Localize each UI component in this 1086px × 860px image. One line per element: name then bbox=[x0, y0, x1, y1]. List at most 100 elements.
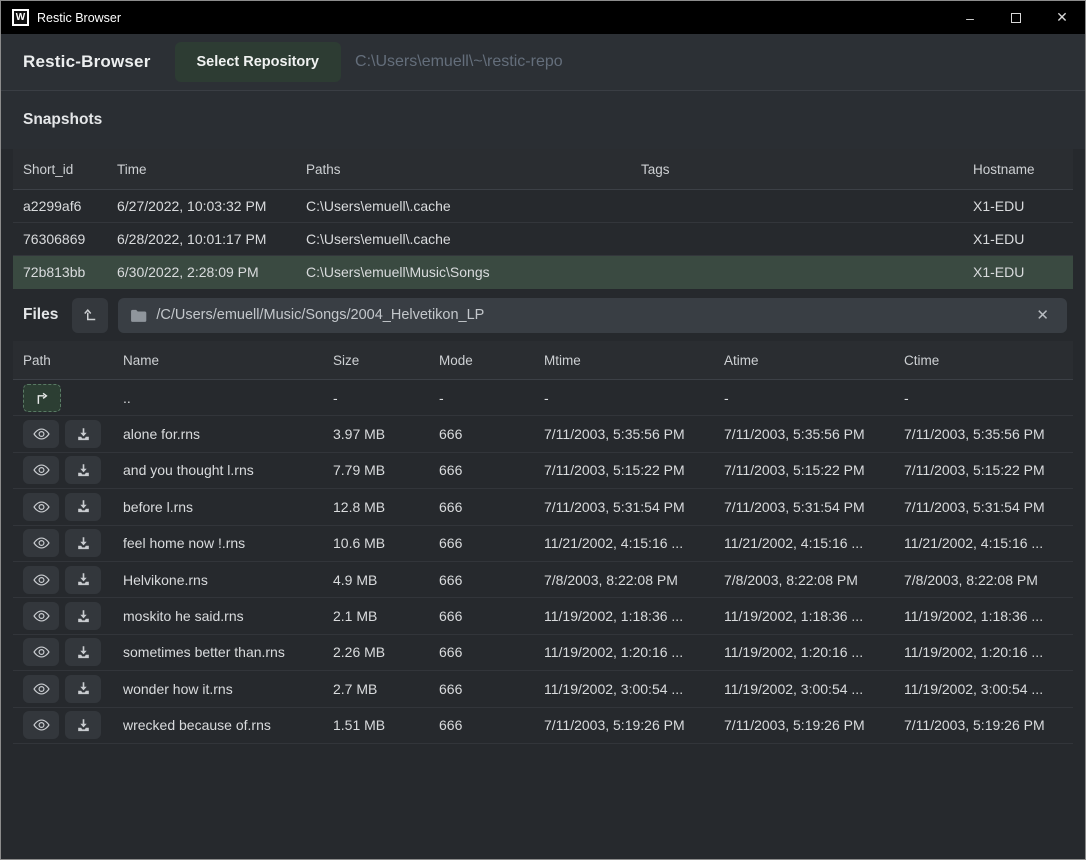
snapshots-table-body: a2299af66/27/2022, 10:03:32 PMC:\Users\e… bbox=[13, 190, 1073, 289]
download-icon bbox=[76, 572, 91, 587]
file-cell-name: before l.rns bbox=[113, 499, 323, 515]
snapshots-table: Short_id Time Paths Tags Hostname a2299a… bbox=[1, 149, 1085, 289]
close-path-button[interactable]: ✕ bbox=[1030, 304, 1055, 326]
file-row-actions bbox=[13, 675, 113, 703]
preview-file-button[interactable] bbox=[23, 602, 59, 630]
level-up-arrow-icon bbox=[81, 306, 99, 324]
file-row-actions bbox=[13, 711, 113, 739]
preview-file-button[interactable] bbox=[23, 456, 59, 484]
download-icon bbox=[76, 427, 91, 442]
preview-file-button[interactable] bbox=[23, 420, 59, 448]
file-cell-size: 7.79 MB bbox=[323, 462, 429, 478]
level-up-button[interactable] bbox=[72, 298, 108, 333]
download-file-button[interactable] bbox=[65, 529, 101, 557]
file-row: alone for.rns3.97 MB6667/11/2003, 5:35:5… bbox=[13, 416, 1073, 452]
parent-row-atime: - bbox=[714, 390, 894, 406]
preview-file-button[interactable] bbox=[23, 675, 59, 703]
close-button[interactable]: ✕ bbox=[1039, 1, 1085, 34]
file-cell-atime: 7/11/2003, 5:15:22 PM bbox=[714, 462, 894, 478]
download-file-button[interactable] bbox=[65, 493, 101, 521]
file-cell-mtime: 7/11/2003, 5:35:56 PM bbox=[534, 426, 714, 442]
parent-dir-arrow-icon bbox=[33, 390, 51, 406]
file-cell-atime: 7/11/2003, 5:35:56 PM bbox=[714, 426, 894, 442]
file-cell-size: 2.7 MB bbox=[323, 681, 429, 697]
current-path: /C/Users/emuell/Music/Songs/2004_Helveti… bbox=[156, 307, 1021, 323]
snapshot-row[interactable]: 72b813bb6/30/2022, 2:28:09 PMC:\Users\em… bbox=[13, 256, 1073, 289]
download-icon bbox=[76, 718, 91, 733]
file-cell-ctime: 7/11/2003, 5:15:22 PM bbox=[894, 462, 1073, 478]
file-cell-name: moskito he said.rns bbox=[113, 608, 323, 624]
snapshot-cell-paths: C:\Users\emuell\.cache bbox=[296, 198, 631, 214]
preview-file-button[interactable] bbox=[23, 711, 59, 739]
preview-file-button[interactable] bbox=[23, 529, 59, 557]
file-cell-mtime: 7/11/2003, 5:19:26 PM bbox=[534, 717, 714, 733]
preview-file-button[interactable] bbox=[23, 566, 59, 594]
file-row-actions bbox=[13, 529, 113, 557]
current-path-bar[interactable]: /C/Users/emuell/Music/Songs/2004_Helveti… bbox=[118, 298, 1067, 333]
app-header: Restic-Browser Select Repository C:\User… bbox=[1, 34, 1085, 91]
files-title: Files bbox=[23, 306, 58, 324]
app-window-icon: W bbox=[12, 9, 29, 26]
file-row-actions bbox=[13, 602, 113, 630]
files-table: Path Name Size Mode Mtime Atime Ctime bbox=[1, 341, 1085, 744]
file-cell-atime: 11/19/2002, 1:18:36 ... bbox=[714, 608, 894, 624]
file-row-actions bbox=[13, 456, 113, 484]
minimize-button[interactable]: – bbox=[947, 1, 993, 34]
download-icon bbox=[76, 499, 91, 514]
parent-row-name: .. bbox=[113, 390, 323, 406]
file-cell-name: feel home now !.rns bbox=[113, 535, 323, 551]
download-file-button[interactable] bbox=[65, 638, 101, 666]
file-cell-ctime: 7/11/2003, 5:31:54 PM bbox=[894, 499, 1073, 515]
file-cell-size: 12.8 MB bbox=[323, 499, 429, 515]
eye-icon bbox=[33, 500, 50, 514]
download-file-button[interactable] bbox=[65, 566, 101, 594]
file-cell-mode: 666 bbox=[429, 462, 534, 478]
maximize-button[interactable] bbox=[993, 1, 1039, 34]
file-row: wonder how it.rns2.7 MB66611/19/2002, 3:… bbox=[13, 671, 1073, 707]
file-cell-mode: 666 bbox=[429, 717, 534, 733]
parent-row-size: - bbox=[323, 390, 429, 406]
file-cell-name: and you thought l.rns bbox=[113, 462, 323, 478]
file-cell-mtime: 7/11/2003, 5:15:22 PM bbox=[534, 462, 714, 478]
preview-file-button[interactable] bbox=[23, 638, 59, 666]
file-cell-mtime: 11/19/2002, 3:00:54 ... bbox=[534, 681, 714, 697]
file-cell-mode: 666 bbox=[429, 499, 534, 515]
preview-file-button[interactable] bbox=[23, 493, 59, 521]
files-col-size: Size bbox=[323, 353, 429, 368]
file-cell-mode: 666 bbox=[429, 644, 534, 660]
select-repository-button[interactable]: Select Repository bbox=[175, 42, 342, 82]
file-row: before l.rns12.8 MB666 7/11/2003, 5:31:54… bbox=[13, 489, 1073, 525]
download-file-button[interactable] bbox=[65, 456, 101, 484]
snapshots-col-hostname: Hostname bbox=[963, 162, 1073, 177]
snapshot-cell-hostname: X1-EDU bbox=[963, 198, 1073, 214]
eye-icon bbox=[33, 463, 50, 477]
file-cell-atime: 7/11/2003, 5:19:26 PM bbox=[714, 717, 894, 733]
parent-directory-row[interactable]: .. - - - - - bbox=[13, 380, 1073, 416]
snapshots-title: Snapshots bbox=[23, 111, 102, 129]
file-cell-atime: 11/19/2002, 1:20:16 ... bbox=[714, 644, 894, 660]
app-window: W Restic Browser – ✕ Restic-Browser Sele… bbox=[0, 0, 1086, 860]
file-cell-size: 3.97 MB bbox=[323, 426, 429, 442]
file-cell-size: 4.9 MB bbox=[323, 572, 429, 588]
files-col-mode: Mode bbox=[429, 353, 534, 368]
files-col-ctime: Ctime bbox=[894, 353, 1073, 368]
eye-icon bbox=[33, 609, 50, 623]
snapshot-row[interactable]: 763068696/28/2022, 10:01:17 PMC:\Users\e… bbox=[13, 223, 1073, 256]
download-file-button[interactable] bbox=[65, 675, 101, 703]
eye-icon bbox=[33, 536, 50, 550]
eye-icon bbox=[33, 427, 50, 441]
snapshot-cell-time: 6/28/2022, 10:01:17 PM bbox=[107, 231, 296, 247]
download-file-button[interactable] bbox=[65, 602, 101, 630]
snapshot-row[interactable]: a2299af66/27/2022, 10:03:32 PMC:\Users\e… bbox=[13, 190, 1073, 223]
snapshot-cell-time: 6/27/2022, 10:03:32 PM bbox=[107, 198, 296, 214]
snapshot-cell-paths: C:\Users\emuell\Music\Songs bbox=[296, 264, 631, 280]
repository-path: C:\Users\emuell\~\restic-repo bbox=[355, 53, 563, 71]
go-to-parent-button[interactable] bbox=[23, 384, 61, 412]
snapshot-cell-short-id: 76306869 bbox=[13, 231, 107, 247]
file-cell-mtime: 7/8/2003, 8:22:08 PM bbox=[534, 572, 714, 588]
file-cell-ctime: 11/19/2002, 1:20:16 ... bbox=[894, 644, 1073, 660]
file-cell-ctime: 7/11/2003, 5:35:56 PM bbox=[894, 426, 1073, 442]
file-row: moskito he said.rns2.1 MB66611/19/2002, … bbox=[13, 598, 1073, 634]
download-file-button[interactable] bbox=[65, 420, 101, 448]
download-file-button[interactable] bbox=[65, 711, 101, 739]
